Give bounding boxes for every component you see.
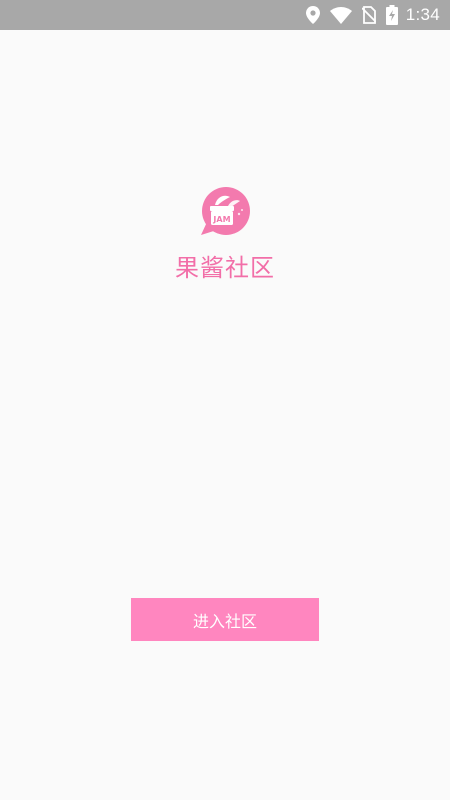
status-bar: 1:34	[0, 0, 450, 30]
location-icon	[305, 0, 320, 30]
status-time: 1:34	[405, 5, 440, 24]
splash-screen: JAM 果酱社区 进入社区	[0, 30, 450, 800]
logo-jam-text: JAM	[212, 215, 230, 224]
battery-charging-icon	[385, 0, 398, 30]
no-sim-icon	[361, 0, 376, 30]
enter-community-button[interactable]: 进入社区	[131, 598, 319, 641]
app-name: 果酱社区	[175, 254, 275, 282]
wifi-icon	[329, 0, 352, 30]
app-logo: JAM	[199, 186, 251, 238]
